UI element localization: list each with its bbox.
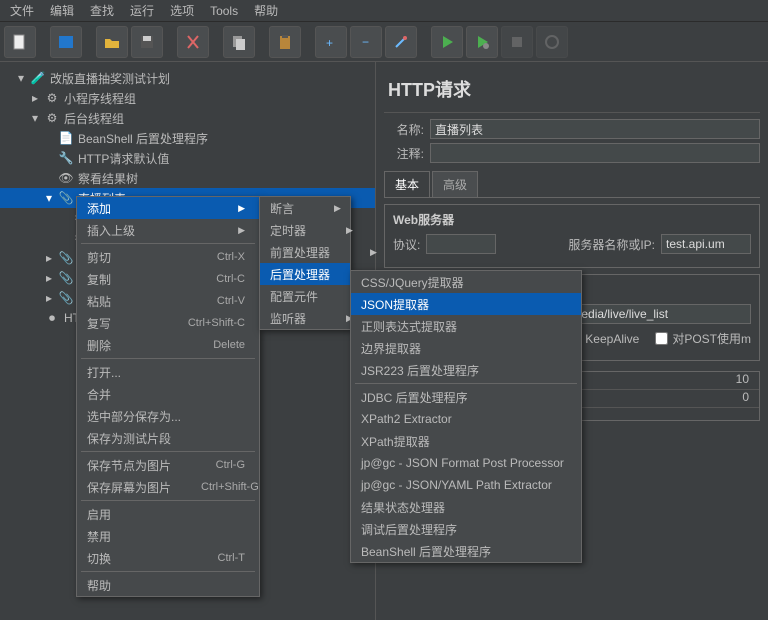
recorder-icon: ⏺ <box>44 310 60 326</box>
pp-xpath2[interactable]: XPath2 Extractor <box>351 408 581 430</box>
multipart-checkbox[interactable] <box>655 332 668 345</box>
start-no-timers-icon[interactable] <box>466 26 498 58</box>
expand-icon[interactable]: + <box>315 26 347 58</box>
name-label: 名称: <box>384 121 424 138</box>
menu-find[interactable]: 查找 <box>82 0 122 22</box>
server-label: 服务器名称或IP: <box>568 236 655 253</box>
tree-item[interactable]: ▸⚙小程序线程组 <box>0 88 375 108</box>
svg-text:+: + <box>326 36 333 50</box>
new-icon[interactable] <box>4 26 36 58</box>
ctx-toggle[interactable]: 切换Ctrl-T <box>77 547 259 569</box>
protocol-field[interactable] <box>426 234 496 254</box>
pp-result-status[interactable]: 结果状态处理器 <box>351 496 581 518</box>
gear-icon: ⚙ <box>44 110 60 126</box>
comment-label: 注释: <box>384 145 424 162</box>
submenu-add: 断言 定时器 前置处理器 后置处理器 配置元件 监听器 <box>259 196 351 330</box>
ctx-delete[interactable]: 删除Delete <box>77 334 259 356</box>
stop-icon[interactable] <box>501 26 533 58</box>
sampler-icon: 📎 <box>58 270 74 286</box>
tree-item[interactable]: ▾⚙后台线程组 <box>0 108 375 128</box>
pp-xpath[interactable]: XPath提取器 <box>351 430 581 452</box>
tree-item[interactable]: 📄BeanShell 后置处理程序 <box>0 128 375 148</box>
path-field[interactable] <box>566 304 751 324</box>
pp-regex-extractor[interactable]: 正则表达式提取器 <box>351 315 581 337</box>
ctx-add[interactable]: 添加 <box>77 197 259 219</box>
multipart-label: 对POST使用m <box>672 330 751 347</box>
script-icon: 📄 <box>58 130 74 146</box>
server-field[interactable] <box>661 234 751 254</box>
menu-edit[interactable]: 编辑 <box>42 0 82 22</box>
tree-root[interactable]: ▾🧪改版直播抽奖测试计划 <box>0 68 375 88</box>
menubar: 文件 编辑 查找 运行 选项 Tools 帮助 <box>0 0 768 22</box>
ctx-insert-parent[interactable]: 插入上级 <box>77 219 259 241</box>
save-icon[interactable] <box>131 26 163 58</box>
web-server-legend: Web服务器 <box>393 211 751 228</box>
collapse-icon[interactable]: − <box>350 26 382 58</box>
ctx-save-screen-image[interactable]: 保存屏幕为图片Ctrl+Shift-G <box>77 476 259 498</box>
pp-css-jquery[interactable]: CSS/JQuery提取器 <box>351 271 581 293</box>
menu-tools[interactable]: Tools <box>202 1 246 21</box>
ctx-merge[interactable]: 合并 <box>77 383 259 405</box>
tab-advanced[interactable]: 高级 <box>432 171 478 197</box>
ctx-paste[interactable]: 粘贴Ctrl-V <box>77 290 259 312</box>
panel-title: HTTP请求 <box>384 70 760 113</box>
open-icon[interactable] <box>96 26 128 58</box>
gear-icon: ⚙ <box>44 90 60 106</box>
sub-listeners[interactable]: 监听器 <box>260 307 350 329</box>
tree-item[interactable]: 👁察看结果树 <box>0 168 375 188</box>
sampler-icon: 📎 <box>58 290 74 306</box>
sub-timers[interactable]: 定时器 <box>260 219 350 241</box>
ctx-open[interactable]: 打开... <box>77 361 259 383</box>
pp-beanshell[interactable]: BeanShell 后置处理程序 <box>351 540 581 562</box>
menu-run[interactable]: 运行 <box>122 0 162 22</box>
copy-icon[interactable] <box>223 26 255 58</box>
sub-config[interactable]: 配置元件 <box>260 285 350 307</box>
paste-icon[interactable] <box>269 26 301 58</box>
pp-jpgc-json-format[interactable]: jp@gc - JSON Format Post Processor <box>351 452 581 474</box>
toggle-icon[interactable] <box>385 26 417 58</box>
pp-boundary-extractor[interactable]: 边界提取器 <box>351 337 581 359</box>
sampler-icon: 📎 <box>58 250 74 266</box>
ctx-help[interactable]: 帮助 <box>77 574 259 596</box>
sub-preprocessors[interactable]: 前置处理器 <box>260 241 350 263</box>
flask-icon: 🧪 <box>30 70 46 86</box>
wrench-icon: 🔧 <box>58 150 74 166</box>
pp-jpgc-json-yaml[interactable]: jp@gc - JSON/YAML Path Extractor <box>351 474 581 496</box>
sub-assertions[interactable]: 断言 <box>260 197 350 219</box>
sub-postprocessors[interactable]: 后置处理器 <box>260 263 350 285</box>
name-field[interactable] <box>430 119 760 139</box>
sampler-icon: 📎 <box>58 190 74 206</box>
ctx-enable[interactable]: 启用 <box>77 503 259 525</box>
start-icon[interactable] <box>431 26 463 58</box>
toolbar: + − <box>0 22 768 62</box>
pp-jdbc[interactable]: JDBC 后置处理程序 <box>351 386 581 408</box>
eye-icon: 👁 <box>58 170 74 186</box>
menu-file[interactable]: 文件 <box>2 0 42 22</box>
ctx-save-node-image[interactable]: 保存节点为图片Ctrl-G <box>77 454 259 476</box>
ctx-copy[interactable]: 复制Ctrl-C <box>77 268 259 290</box>
shutdown-icon[interactable] <box>536 26 568 58</box>
context-menu: 添加 插入上级 剪切Ctrl-X 复制Ctrl-C 粘贴Ctrl-V 复写Ctr… <box>76 196 260 597</box>
svg-text:−: − <box>362 35 369 49</box>
pp-jsr223[interactable]: JSR223 后置处理程序 <box>351 359 581 381</box>
ctx-save-fragment[interactable]: 保存为测试片段 <box>77 427 259 449</box>
submenu-postprocessors: CSS/JQuery提取器 JSON提取器 正则表达式提取器 边界提取器 JSR… <box>350 270 582 563</box>
cut-icon[interactable] <box>177 26 209 58</box>
web-server-group: Web服务器 协议: 服务器名称或IP: <box>384 204 760 268</box>
protocol-label: 协议: <box>393 236 420 253</box>
menu-options[interactable]: 选项 <box>162 0 202 22</box>
ctx-disable[interactable]: 禁用 <box>77 525 259 547</box>
comment-field[interactable] <box>430 143 760 163</box>
tab-basic[interactable]: 基本 <box>384 171 430 197</box>
ctx-cut[interactable]: 剪切Ctrl-X <box>77 246 259 268</box>
menu-help[interactable]: 帮助 <box>246 0 286 22</box>
templates-icon[interactable] <box>50 26 82 58</box>
ctx-duplicate[interactable]: 复写Ctrl+Shift-C <box>77 312 259 334</box>
pp-debug[interactable]: 调试后置处理程序 <box>351 518 581 540</box>
ctx-save-selection[interactable]: 选中部分保存为... <box>77 405 259 427</box>
tree-item[interactable]: 🔧HTTP请求默认值 <box>0 148 375 168</box>
pp-json-extractor[interactable]: JSON提取器 <box>351 293 581 315</box>
